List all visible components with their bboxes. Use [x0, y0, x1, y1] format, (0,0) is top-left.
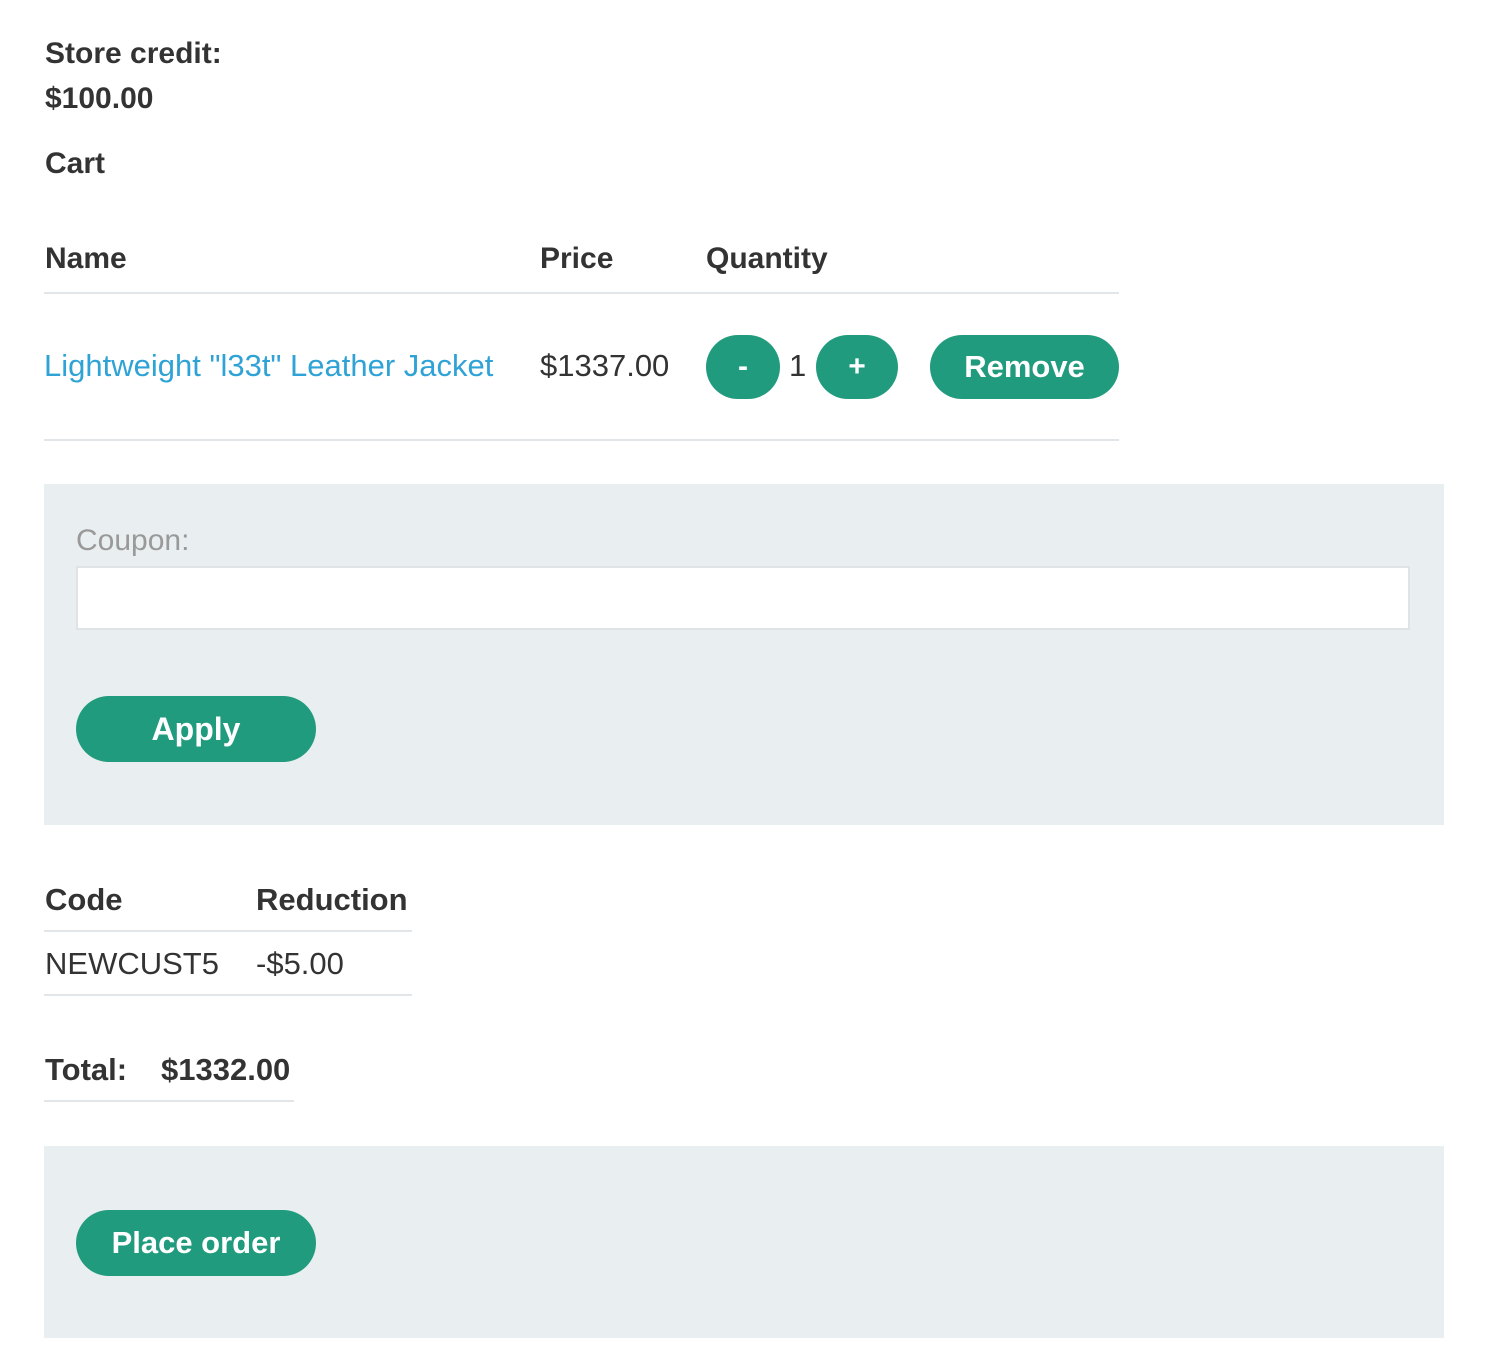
- product-link[interactable]: Lightweight "l33t" Leather Jacket: [44, 348, 493, 384]
- store-credit-value: $100.00: [45, 82, 154, 115]
- cart-table-header: Name Price Quantity: [44, 226, 1119, 294]
- cart-item-row: Lightweight "l33t" Leather Jacket $1337.…: [44, 294, 1119, 441]
- cart-table: Name Price Quantity Lightweight "l33t" L…: [44, 226, 1119, 441]
- discount-row: NEWCUST5 -$5.00: [44, 932, 412, 996]
- coupon-panel: Coupon: Apply: [44, 484, 1444, 825]
- order-total: Total: $1332.00: [44, 1050, 294, 1102]
- column-header-quantity: Quantity: [706, 242, 828, 275]
- column-header-name: Name: [45, 242, 127, 275]
- discount-code: NEWCUST5: [45, 946, 219, 981]
- column-header-price: Price: [540, 242, 614, 275]
- column-header-code: Code: [45, 882, 123, 917]
- increase-quantity-button[interactable]: +: [816, 335, 898, 399]
- column-header-reduction: Reduction: [256, 882, 408, 917]
- discounts-table: Code Reduction NEWCUST5 -$5.00: [44, 880, 412, 996]
- store-credit-label: Store credit:: [45, 37, 222, 70]
- total-value: $1332.00: [161, 1052, 291, 1087]
- discounts-table-header: Code Reduction: [44, 880, 412, 932]
- coupon-label: Coupon:: [76, 524, 190, 557]
- total-label: Total:: [45, 1052, 128, 1087]
- remove-item-button[interactable]: Remove: [930, 335, 1119, 399]
- place-order-panel: Place order: [44, 1146, 1444, 1338]
- decrease-quantity-button[interactable]: -: [706, 335, 780, 399]
- place-order-button[interactable]: Place order: [76, 1210, 316, 1276]
- cart-title: Cart: [45, 147, 106, 180]
- discount-reduction: -$5.00: [256, 946, 344, 981]
- coupon-input[interactable]: [76, 566, 1410, 630]
- product-price: $1337.00: [540, 348, 670, 383]
- quantity-value: 1: [789, 348, 807, 383]
- apply-coupon-button[interactable]: Apply: [76, 696, 316, 762]
